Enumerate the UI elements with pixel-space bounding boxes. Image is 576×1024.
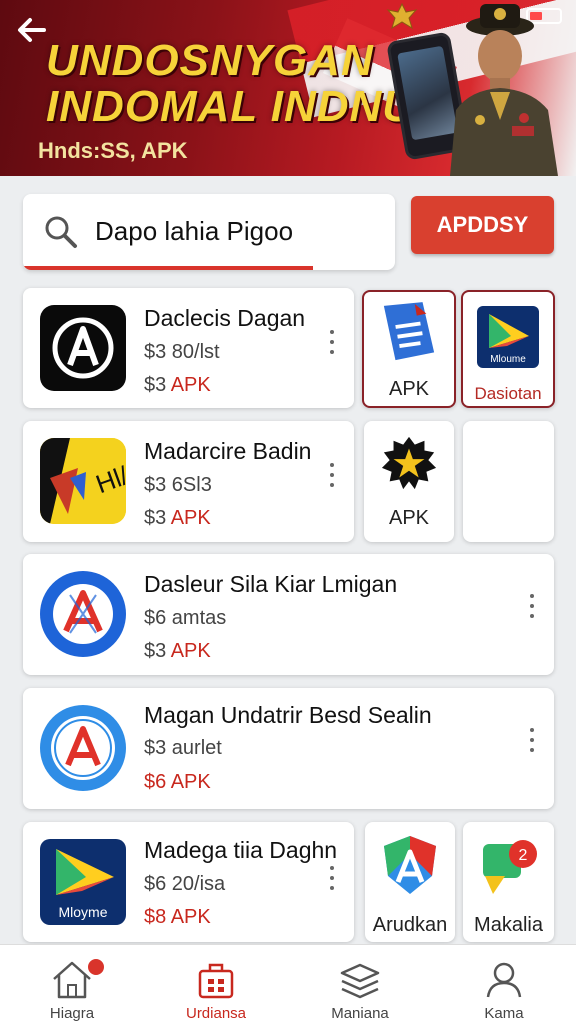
header-banner: UNDOSNYGAN INDOMAL INDNÚN Hnds:SS, APK	[0, 0, 576, 176]
search-icon	[45, 216, 77, 248]
app-apk-label: $3 APK	[144, 374, 211, 397]
apk-text: APK	[170, 507, 211, 529]
apk-text: APK	[170, 906, 211, 928]
more-options-icon[interactable]	[328, 463, 336, 487]
apk-currency: $3	[144, 374, 167, 396]
empty-tile[interactable]	[463, 421, 554, 542]
app-apk-label: $3 APK	[144, 640, 211, 663]
nav-label: Maniana	[331, 1005, 389, 1022]
app-price: $3 aurlet	[144, 737, 222, 759]
app-price: $3 6Sl3	[144, 474, 212, 496]
map-pin-icon: 2	[482, 840, 537, 894]
nav-item-home[interactable]: Hiagra	[0, 945, 144, 1024]
app-card[interactable]: Daclecis Dagan $3 80/lst $3 APK	[23, 288, 354, 408]
tile-label: APK	[388, 378, 430, 400]
document-apk-icon	[383, 302, 435, 361]
app-price: $6 amtas	[144, 607, 227, 629]
app-price: $3 80/lst	[144, 341, 220, 363]
app-card[interactable]: Hl/ Madarcire Badin $3 6Sl3 $3 APK	[23, 421, 354, 542]
apk-currency: $8	[144, 906, 167, 928]
app-card[interactable]: Dasleur Sila Kiar Lmigan $6 amtas $3 APK	[23, 554, 554, 675]
yellow-map-icon: Hl/	[40, 438, 126, 524]
user-icon	[486, 962, 522, 998]
apk-tile[interactable]: APK	[364, 421, 454, 542]
app-name: Magan Undatrir Besd Sealin	[144, 702, 432, 728]
stack-icon	[340, 963, 380, 999]
banner-subtitle: Hnds:SS, APK	[38, 138, 188, 163]
app-tile[interactable]: Mloume Dasiotan	[461, 290, 555, 408]
search-input[interactable]: Dapo lahia Pigoo	[23, 194, 395, 270]
icon-caption: Mloume	[490, 354, 526, 365]
app-name: Dasleur Sila Kiar Lmigan	[144, 571, 398, 597]
app-name: Madega tiia Daghn	[144, 837, 338, 863]
search-query-text: Dapo lahia Pigoo	[95, 216, 294, 246]
app-tile[interactable]: Arudkan	[365, 822, 455, 942]
apk-text: APK	[170, 640, 211, 662]
play-triangle-icon: Mloyme	[40, 839, 126, 925]
apk-text: APK	[170, 771, 211, 793]
search-underline	[23, 266, 313, 270]
app-apk-label: $3 APK	[144, 507, 211, 530]
apk-currency: $3	[144, 640, 167, 662]
apk-text: APK	[170, 374, 211, 396]
app-name: Madarcire Badin	[144, 438, 312, 464]
nav-label: Urdiansa	[185, 1005, 247, 1022]
nav-label: Hiagra	[49, 1005, 95, 1022]
app-tile[interactable]: 2 Makalia	[463, 822, 554, 942]
nav-label: Kama	[484, 1005, 524, 1022]
svg-text:2: 2	[518, 847, 527, 864]
apk-currency: $3	[144, 507, 167, 529]
apk-currency: $6	[144, 771, 167, 793]
app-card[interactable]: Mloyme Madega tiia Daghn $6 20/isa $8 AP…	[23, 822, 354, 942]
officer-illustration	[450, 4, 558, 176]
banner-title-line1: UNDOSNYGAN	[46, 36, 374, 85]
tile-label: Arudkan	[372, 914, 448, 936]
app-apk-label: $6 APK	[144, 771, 211, 794]
app-store-a-icon	[40, 705, 126, 791]
app-name: Daclecis Dagan	[144, 305, 306, 331]
back-arrow-icon[interactable]	[14, 14, 50, 46]
nav-item-kama[interactable]: Kama	[432, 945, 576, 1024]
more-options-icon[interactable]	[528, 728, 536, 752]
more-options-icon[interactable]	[328, 866, 336, 890]
notification-badge	[86, 957, 106, 977]
tile-label: Makalia	[474, 914, 543, 936]
bottom-navigation: Hiagra Urdiansa Maniana Kama	[0, 944, 576, 1024]
app-apk-label: $8 APK	[144, 906, 211, 929]
tile-label: APK	[388, 507, 430, 529]
garuda-emblem-icon	[386, 2, 418, 30]
briefcase-icon	[198, 963, 234, 999]
more-options-icon[interactable]	[528, 594, 536, 618]
more-options-icon[interactable]	[328, 330, 336, 354]
shield-a-icon	[384, 836, 436, 894]
apply-button[interactable]: APDDSY	[411, 196, 554, 254]
nav-item-urdiansa[interactable]: Urdiansa	[144, 945, 288, 1024]
banner-title-line2: INDOMAL INDNÚN	[46, 82, 448, 131]
apk-tile[interactable]: APK	[362, 290, 456, 408]
tile-label: Dasiotan	[474, 384, 542, 403]
play-triangle-icon: Mloume	[477, 306, 539, 368]
nav-item-maniana[interactable]: Maniana	[288, 945, 432, 1024]
gold-star-badge-icon	[381, 436, 437, 490]
app-price: $6 20/isa	[144, 873, 226, 895]
blue-a-circle-icon	[40, 571, 126, 657]
app-card[interactable]: Magan Undatrir Besd Sealin $3 aurlet $6 …	[23, 688, 554, 809]
icon-caption: Mloyme	[58, 904, 107, 920]
letter-a-circle-icon	[40, 305, 126, 391]
